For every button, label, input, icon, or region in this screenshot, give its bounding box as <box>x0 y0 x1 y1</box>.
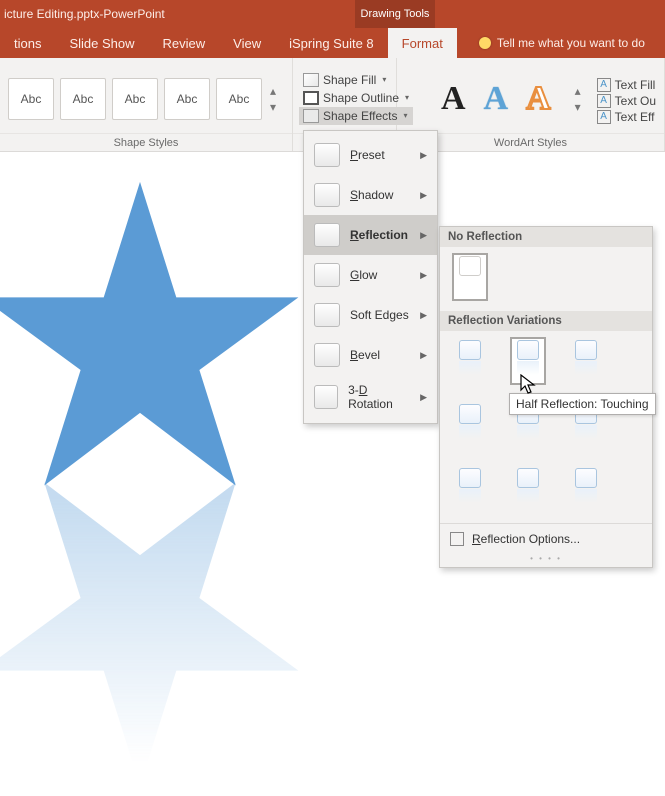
gallery-more-button[interactable]: ▴ ▾ <box>571 84 585 114</box>
contextual-tab-drawing-tools: Drawing Tools <box>355 0 435 28</box>
tab-slide-show[interactable]: Slide Show <box>55 28 148 58</box>
tab-view[interactable]: View <box>219 28 275 58</box>
chevron-down-icon: ▾ <box>382 75 386 84</box>
soft-edges-icon <box>314 303 340 327</box>
wordart-preset[interactable]: A <box>524 82 553 116</box>
section-header-no-reflection: No Reflection <box>440 227 652 247</box>
shape-outline-label: Shape Outline <box>323 91 399 105</box>
reflection-variation[interactable] <box>568 465 604 513</box>
tab-format[interactable]: Format <box>388 28 457 58</box>
text-outline-label: Text Ou <box>615 94 656 108</box>
chevron-right-icon: ▶ <box>420 230 427 241</box>
chevron-right-icon: ▶ <box>420 150 427 161</box>
shape-outline-dropdown[interactable]: Shape Outline ▾ <box>299 89 413 107</box>
reflection-variation[interactable] <box>452 465 488 513</box>
text-fill-label: Text Fill <box>615 78 656 92</box>
rotation-3d-icon <box>314 385 338 409</box>
chevron-right-icon: ▶ <box>420 392 427 403</box>
chevron-right-icon: ▶ <box>420 190 427 201</box>
menu-item-glow[interactable]: Glow ▶ <box>304 255 437 295</box>
chevron-right-icon: ▶ <box>420 270 427 281</box>
shape-effects-label: Shape Effects <box>323 109 398 123</box>
star-reflection <box>0 466 310 796</box>
text-fill-dropdown[interactable]: A Text Fill <box>597 77 656 93</box>
shape-style-preset[interactable]: Abc <box>164 78 210 120</box>
gallery-more-button[interactable]: ▴ ▾ <box>266 84 280 114</box>
chevron-up-icon: ▴ <box>270 84 276 98</box>
star-shape[interactable] <box>0 172 310 796</box>
text-effects-dropdown[interactable]: A Text Eff <box>597 109 656 125</box>
menu-item-3d-rotation[interactable]: 3-D Rotation ▶ <box>304 375 437 419</box>
shape-style-preset[interactable]: Abc <box>8 78 54 120</box>
menu-item-reflection[interactable]: Reflection ▶ <box>304 215 437 255</box>
tell-me-search[interactable]: Tell me what you want to do <box>457 36 645 50</box>
tooltip: Half Reflection: Touching <box>509 393 656 415</box>
effects-icon <box>303 109 319 123</box>
text-outline-dropdown[interactable]: A Text Ou <box>597 93 656 109</box>
tab-review[interactable]: Review <box>149 28 220 58</box>
section-header-reflection-variations: Reflection Variations <box>440 311 652 331</box>
reflection-none[interactable] <box>452 253 488 301</box>
group-label: Shape Styles <box>0 133 292 151</box>
wordart-gallery[interactable]: A A A ▴ ▾ <box>405 82 585 116</box>
chevron-down-icon: ▾ <box>270 100 276 114</box>
lightbulb-icon <box>479 37 491 49</box>
wordart-preset[interactable]: A <box>482 82 511 116</box>
menu-item-soft-edges[interactable]: Soft Edges ▶ <box>304 295 437 335</box>
tell-me-label: Tell me what you want to do <box>497 36 645 50</box>
title-bar: icture Editing.pptx - PowerPoint Drawing… <box>0 0 665 28</box>
reflection-options-icon <box>450 532 464 546</box>
menu-item-preset[interactable]: Preset ▶ <box>304 135 437 175</box>
glow-icon <box>314 263 340 287</box>
reflection-variation-half-touching[interactable] <box>510 337 546 385</box>
text-effects-icon: A <box>597 110 611 124</box>
shape-fill-label: Shape Fill <box>323 73 376 87</box>
wordart-preset[interactable]: A <box>439 82 468 116</box>
paint-bucket-icon <box>303 73 319 87</box>
chevron-down-icon: ▾ <box>575 100 581 114</box>
outline-icon <box>303 91 319 105</box>
shape-effects-dropdown[interactable]: Shape Effects ▾ <box>299 107 413 125</box>
app-name: PowerPoint <box>103 7 164 21</box>
reflection-icon <box>314 223 340 247</box>
document-title: icture Editing.pptx - PowerPoint <box>0 0 355 28</box>
reflection-variation[interactable] <box>452 401 488 449</box>
tab-transitions[interactable]: tions <box>0 28 55 58</box>
chevron-right-icon: ▶ <box>420 350 427 361</box>
shadow-icon <box>314 183 340 207</box>
shape-style-preset[interactable]: Abc <box>112 78 158 120</box>
group-shape-styles: Abc Abc Abc Abc Abc ▴ ▾ Shape Styles <box>0 58 293 151</box>
chevron-up-icon: ▴ <box>575 84 581 98</box>
shape-fill-dropdown[interactable]: Shape Fill ▾ <box>299 71 413 89</box>
tab-ispring[interactable]: iSpring Suite 8 <box>275 28 388 58</box>
shape-style-preset[interactable]: Abc <box>216 78 262 120</box>
reflection-options-button[interactable]: Reflection Options... <box>440 523 652 554</box>
reflection-variation[interactable] <box>452 337 488 385</box>
reflection-variation[interactable] <box>568 337 604 385</box>
reflection-variation[interactable] <box>510 465 546 513</box>
ribbon-tabstrip: tions Slide Show Review View iSpring Sui… <box>0 28 665 58</box>
shape-style-gallery[interactable]: Abc Abc Abc Abc Abc <box>8 78 262 120</box>
menu-item-shadow[interactable]: Shadow ▶ <box>304 175 437 215</box>
resize-grip-icon[interactable]: • • • • <box>440 554 652 565</box>
text-fill-icon: A <box>597 78 611 92</box>
shape-effects-menu: Preset ▶ Shadow ▶ Reflection ▶ Glow ▶ So… <box>303 130 438 424</box>
filename: icture Editing.pptx <box>4 7 99 21</box>
bevel-icon <box>314 343 340 367</box>
text-outline-icon: A <box>597 94 611 108</box>
chevron-right-icon: ▶ <box>420 310 427 321</box>
star-icon <box>0 172 310 502</box>
text-effects-label: Text Eff <box>615 110 655 124</box>
preset-icon <box>314 143 340 167</box>
shape-style-preset[interactable]: Abc <box>60 78 106 120</box>
menu-item-bevel[interactable]: Bevel ▶ <box>304 335 437 375</box>
